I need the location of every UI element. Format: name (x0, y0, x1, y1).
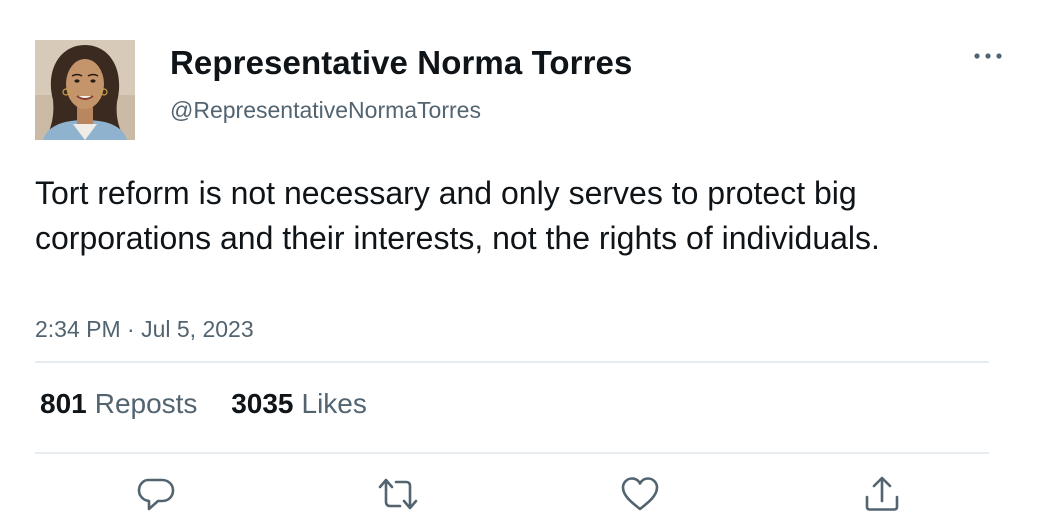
engagement-stats: 801 Reposts 3035 Likes (40, 388, 393, 420)
avatar[interactable] (35, 40, 135, 140)
reply-icon (137, 478, 175, 511)
reposts-count: 801 (40, 388, 87, 419)
divider (35, 361, 989, 363)
tweet-text: Tort reform is not necessary and only se… (35, 175, 880, 256)
likes-label: Likes (301, 388, 367, 419)
more-options-button[interactable] (968, 42, 1008, 72)
divider (35, 452, 989, 454)
tweet-timestamp[interactable]: 2:34 PM · Jul 5, 2023 (35, 316, 254, 343)
author-display-name[interactable]: Representative Norma Torres (170, 44, 632, 82)
reply-button[interactable] (134, 472, 178, 516)
share-icon (865, 476, 899, 511)
reposts-stat[interactable]: 801 Reposts (40, 388, 197, 420)
like-button[interactable] (618, 472, 662, 516)
likes-stat[interactable]: 3035 Likes (231, 388, 367, 420)
author-handle[interactable]: @RepresentativeNormaTorres (170, 97, 481, 124)
reposts-label: Reposts (94, 388, 198, 419)
heart-icon (621, 477, 659, 511)
likes-count: 3035 (231, 388, 294, 419)
share-button[interactable] (860, 472, 904, 516)
repost-icon (378, 478, 418, 510)
repost-button[interactable] (376, 472, 420, 516)
avatar-image (35, 40, 135, 140)
more-horizontal-icon (974, 53, 1002, 59)
